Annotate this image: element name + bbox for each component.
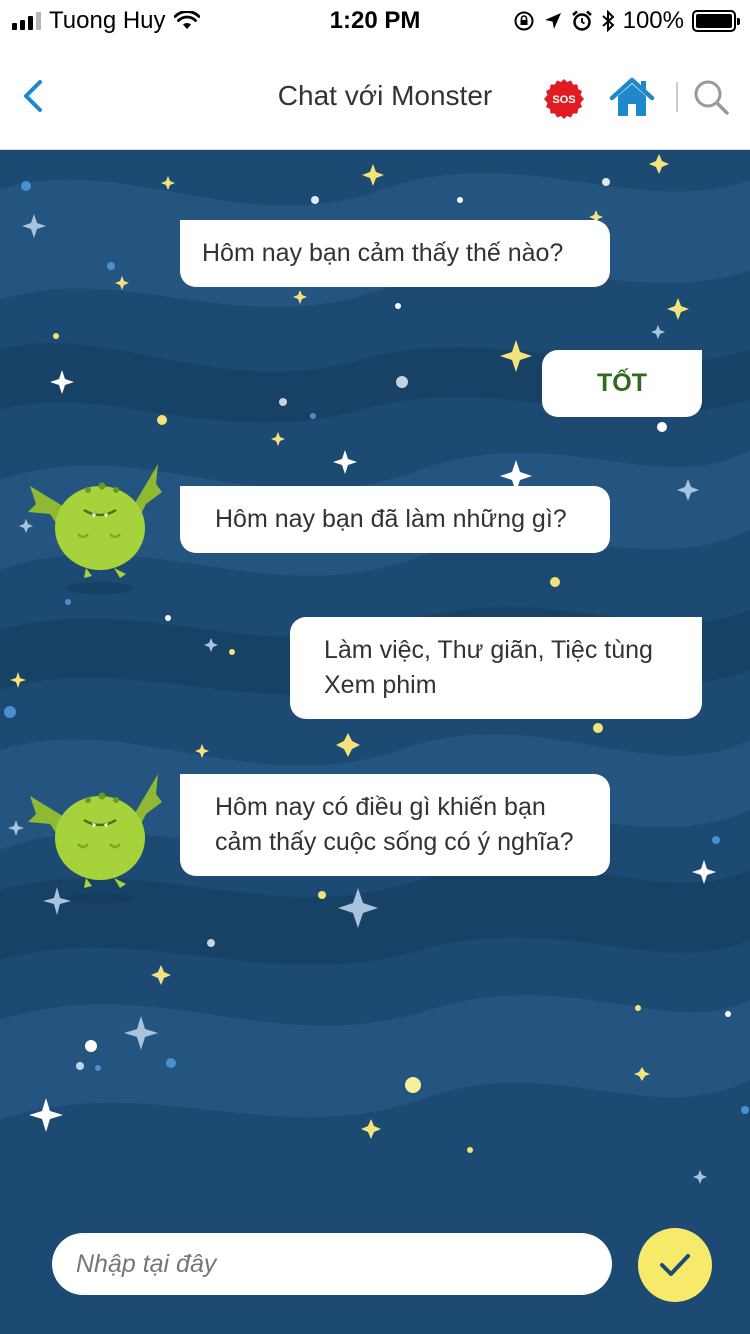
bot-message: Hôm nay bạn cảm thấy thế nào? <box>180 220 610 287</box>
bluetooth-icon <box>601 10 615 32</box>
location-arrow-icon <box>544 13 561 29</box>
status-bar: Tuong Huy 1:20 PM 100% <box>0 0 750 40</box>
page-title: Chat với Monster <box>277 80 493 111</box>
check-icon <box>660 1254 690 1276</box>
message-text: TỐT <box>597 369 647 397</box>
orientation-lock-icon <box>514 11 534 31</box>
nav-bar: Chat với Monster SOS <box>0 40 750 150</box>
battery-icon <box>692 10 740 32</box>
sos-label: SOS <box>552 94 575 106</box>
message-text-line: Hôm nay có điều gì khiến bạn <box>215 793 546 821</box>
alarm-icon <box>571 10 592 31</box>
search-button[interactable] <box>692 78 730 116</box>
bot-message: Hôm nay bạn đã làm những gì? <box>180 486 610 553</box>
monster-avatar <box>28 774 162 904</box>
message-text: Hôm nay bạn đã làm những gì? <box>215 505 567 533</box>
sos-button[interactable]: SOS <box>543 78 585 120</box>
home-button[interactable] <box>608 76 656 120</box>
input-bar <box>0 1195 750 1334</box>
message-input[interactable] <box>52 1233 612 1295</box>
monster-avatar <box>28 464 162 594</box>
nav-divider <box>676 82 678 112</box>
user-message: Làm việc, Thư giãn, Tiệc tùng Xem phim <box>290 617 702 719</box>
back-button[interactable] <box>18 76 48 116</box>
chat-area[interactable]: Hôm nay bạn cảm thấy thế nào? TỐT Hôm na… <box>0 150 750 1195</box>
message-text: Hôm nay bạn cảm thấy thế nào? <box>202 239 564 267</box>
bot-message: Hôm nay có điều gì khiến bạn cảm thấy cu… <box>180 774 610 876</box>
message-text-line: Xem phim <box>324 671 437 699</box>
status-right: 100% <box>513 6 740 36</box>
battery-percent: 100% <box>622 7 684 34</box>
message-text-line: cảm thấy cuộc sống có ý nghĩa? <box>215 828 574 856</box>
send-button[interactable] <box>638 1228 712 1302</box>
user-message: TỐT <box>542 350 702 417</box>
message-text-line: Làm việc, Thư giãn, Tiệc tùng <box>324 636 653 664</box>
